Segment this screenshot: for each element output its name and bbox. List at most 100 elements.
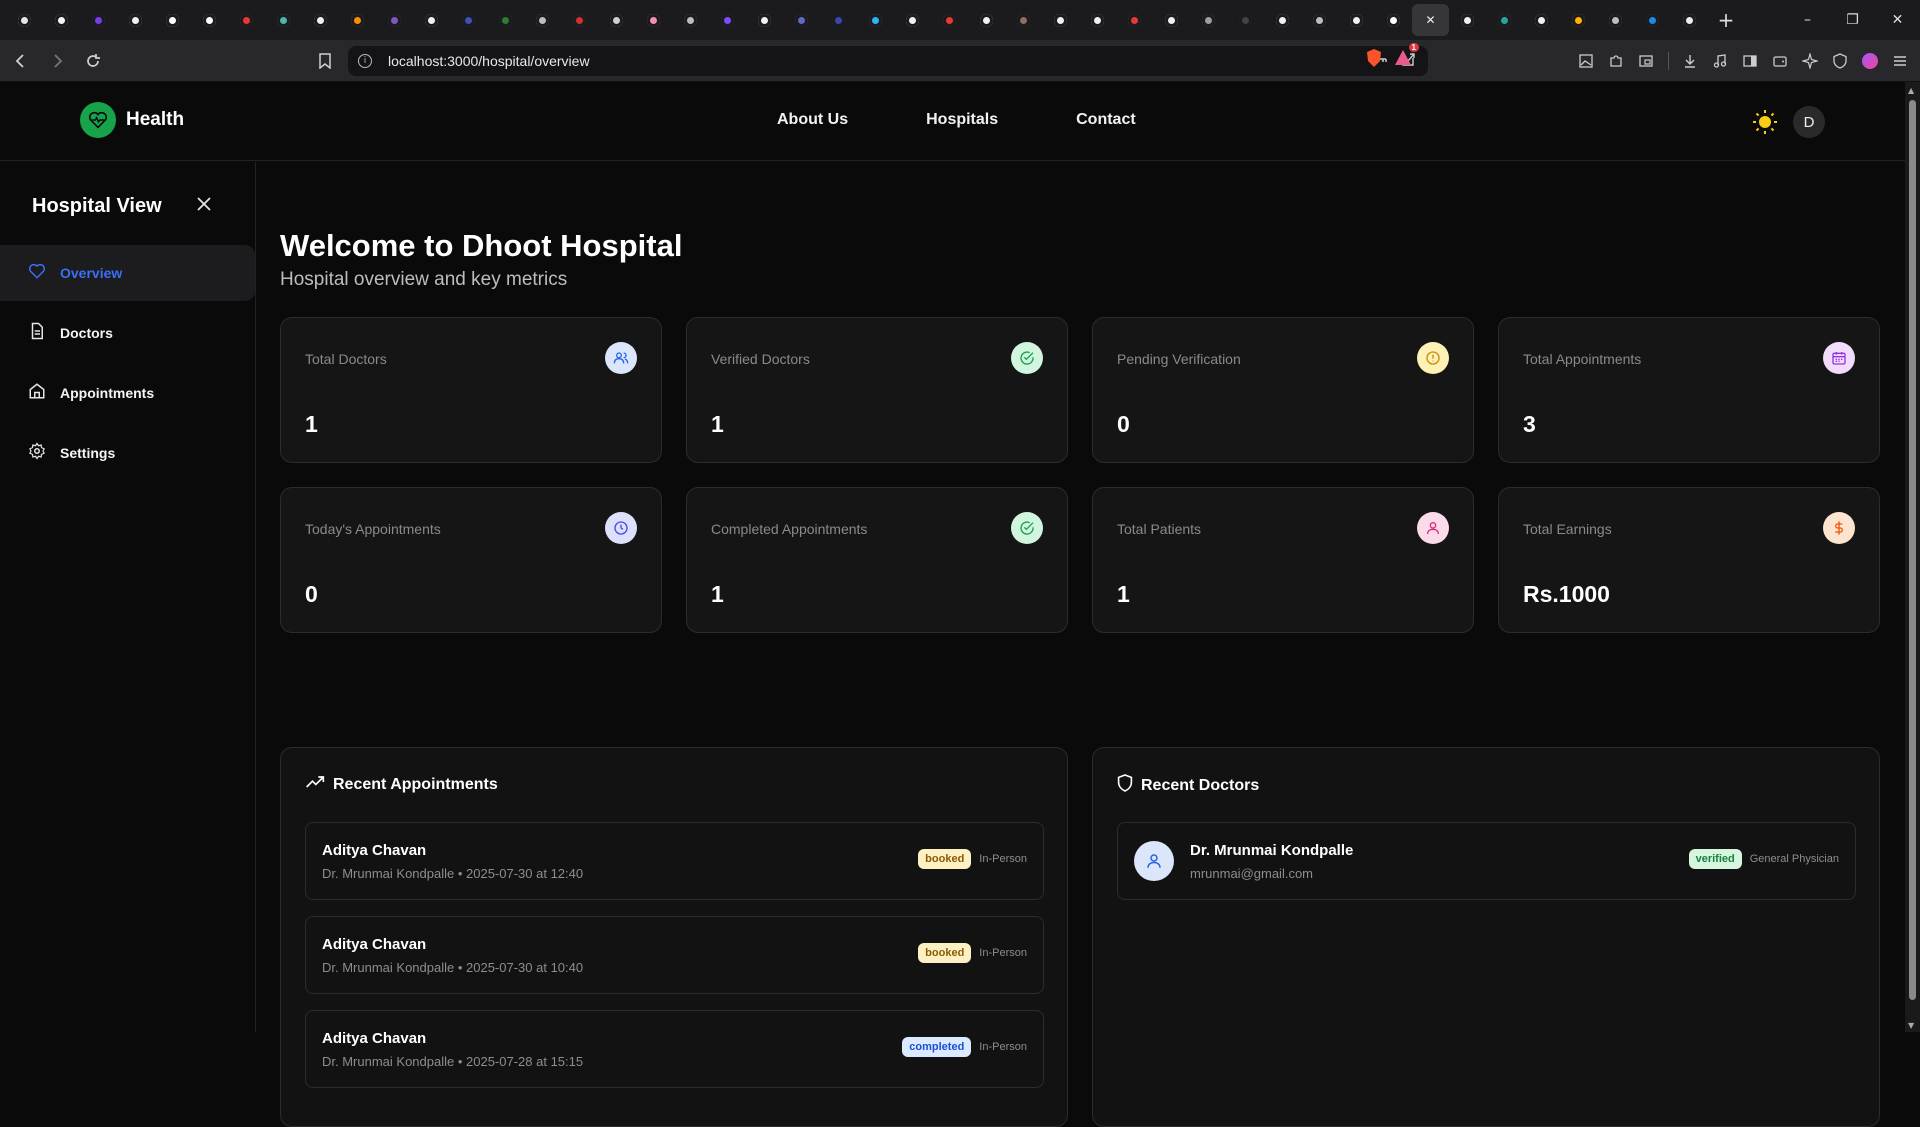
browser-tab[interactable] xyxy=(191,4,228,36)
browser-tab[interactable] xyxy=(1079,4,1116,36)
browser-tab[interactable] xyxy=(1042,4,1079,36)
browser-tab[interactable] xyxy=(80,4,117,36)
download-icon[interactable] xyxy=(1678,46,1702,76)
browser-tab[interactable] xyxy=(117,4,154,36)
brave-rewards-icon[interactable]: 1 xyxy=(1393,43,1419,73)
browser-tab[interactable] xyxy=(635,4,672,36)
swirl-icon xyxy=(608,11,625,29)
leo-ai-icon[interactable] xyxy=(1798,46,1822,76)
scrollbar-thumb[interactable] xyxy=(1909,100,1916,1000)
back-icon[interactable] xyxy=(6,46,36,76)
page-scrollbar[interactable]: ▲ ▼ xyxy=(1905,82,1920,1032)
browser-tab[interactable] xyxy=(931,4,968,36)
browser-tab[interactable] xyxy=(820,4,857,36)
brand-icon xyxy=(904,11,921,29)
address-bar[interactable]: i localhost:3000/hospital/overview xyxy=(348,46,1428,76)
sidebar-item-settings[interactable]: Settings xyxy=(0,425,255,481)
nav-contact[interactable]: Contact xyxy=(1076,111,1136,129)
close-icon[interactable] xyxy=(192,192,216,216)
browser-tab[interactable] xyxy=(1338,4,1375,36)
browser-tab[interactable] xyxy=(1190,4,1227,36)
wallet-icon[interactable] xyxy=(1768,46,1792,76)
sidebar-item-overview[interactable]: Overview xyxy=(0,245,255,301)
browser-tab[interactable] xyxy=(302,4,339,36)
browser-tab[interactable] xyxy=(1486,4,1523,36)
brave-shield-icon[interactable] xyxy=(1365,48,1383,73)
sidebar-item-appointments[interactable]: Appointments xyxy=(0,365,255,421)
sun-icon[interactable] xyxy=(1752,109,1778,135)
sidebar-toggle-icon[interactable] xyxy=(1738,46,1762,76)
check-circle-icon xyxy=(1011,342,1043,374)
browser-tab[interactable] xyxy=(1449,4,1486,36)
browser-tab[interactable] xyxy=(1634,4,1671,36)
recent-doctors-panel: Recent Doctors Dr. Mrunmai Kondpalle mru… xyxy=(1092,747,1880,1127)
browser-tab[interactable] xyxy=(1264,4,1301,36)
reload-icon[interactable] xyxy=(78,46,108,76)
site-info-icon[interactable]: i xyxy=(358,54,372,68)
scroll-down-icon[interactable]: ▼ xyxy=(1908,1021,1914,1030)
screenshot-icon[interactable] xyxy=(1634,46,1658,76)
github-icon xyxy=(1163,11,1180,29)
image-icon[interactable] xyxy=(1574,46,1598,76)
doctor-row[interactable]: Dr. Mrunmai Kondpalle mrunmai@gmail.com … xyxy=(1117,822,1856,900)
minimize-button[interactable]: – xyxy=(1785,0,1830,40)
stat-label: Total Patients xyxy=(1117,521,1202,537)
patient-name: Aditya Chavan xyxy=(322,1030,427,1047)
url-text[interactable]: localhost:3000/hospital/overview xyxy=(388,53,590,69)
browser-tab[interactable] xyxy=(154,4,191,36)
browser-tab[interactable] xyxy=(709,4,746,36)
puzzle-icon[interactable] xyxy=(1604,46,1628,76)
vpn-icon[interactable] xyxy=(1828,46,1852,76)
browser-tab[interactable] xyxy=(1671,4,1708,36)
close-icon[interactable]: ✕ xyxy=(1422,12,1439,29)
brand[interactable]: Health xyxy=(80,102,184,138)
browser-tab[interactable] xyxy=(1227,4,1264,36)
new-tab-button[interactable]: + xyxy=(1708,4,1744,36)
browser-tab-active[interactable]: ✕ xyxy=(1412,4,1449,36)
close-window-button[interactable]: ✕ xyxy=(1875,0,1920,40)
sidebar-item-doctors[interactable]: Doctors xyxy=(0,305,255,361)
browser-tab[interactable] xyxy=(6,4,43,36)
status-badge: verified xyxy=(1688,849,1742,869)
browser-tab[interactable] xyxy=(1005,4,1042,36)
browser-tab[interactable] xyxy=(1560,4,1597,36)
browser-tab[interactable] xyxy=(43,4,80,36)
app-root: Health About Us Hospitals Contact D Hosp… xyxy=(0,82,1905,1127)
browser-tab[interactable] xyxy=(450,4,487,36)
bookmark-icon[interactable] xyxy=(313,46,337,76)
nav-about-us[interactable]: About Us xyxy=(777,111,848,129)
browser-tab[interactable] xyxy=(1597,4,1634,36)
browser-tab[interactable] xyxy=(487,4,524,36)
browser-tab[interactable] xyxy=(413,4,450,36)
panel-header: Recent Appointments xyxy=(305,774,498,795)
browser-tab[interactable] xyxy=(265,4,302,36)
appointment-row[interactable]: Aditya Chavan Dr. Mrunmai Kondpalle • 20… xyxy=(305,1010,1044,1088)
browser-tab[interactable] xyxy=(1523,4,1560,36)
profile-icon[interactable] xyxy=(1858,46,1882,76)
browser-tab[interactable] xyxy=(561,4,598,36)
appointment-row[interactable]: Aditya Chavan Dr. Mrunmai Kondpalle • 20… xyxy=(305,916,1044,994)
music-icon[interactable] xyxy=(1708,46,1732,76)
menu-icon[interactable] xyxy=(1888,46,1912,76)
browser-tab[interactable] xyxy=(228,4,265,36)
restore-button[interactable]: ❐ xyxy=(1830,0,1875,40)
forward-icon[interactable] xyxy=(42,46,72,76)
appointment-row[interactable]: Aditya Chavan Dr. Mrunmai Kondpalle • 20… xyxy=(305,822,1044,900)
browser-tab[interactable] xyxy=(376,4,413,36)
browser-tab[interactable] xyxy=(1375,4,1412,36)
browser-tab[interactable] xyxy=(783,4,820,36)
user-avatar[interactable]: D xyxy=(1793,106,1825,138)
browser-tab[interactable] xyxy=(672,4,709,36)
browser-tab[interactable] xyxy=(857,4,894,36)
browser-tab[interactable] xyxy=(1153,4,1190,36)
browser-tab[interactable] xyxy=(746,4,783,36)
browser-tab[interactable] xyxy=(968,4,1005,36)
browser-tab[interactable] xyxy=(598,4,635,36)
browser-tab[interactable] xyxy=(339,4,376,36)
browser-tab[interactable] xyxy=(524,4,561,36)
scroll-up-icon[interactable]: ▲ xyxy=(1908,86,1914,95)
browser-tab[interactable] xyxy=(1116,4,1153,36)
nav-hospitals[interactable]: Hospitals xyxy=(926,111,998,129)
browser-tab[interactable] xyxy=(894,4,931,36)
browser-tab[interactable] xyxy=(1301,4,1338,36)
